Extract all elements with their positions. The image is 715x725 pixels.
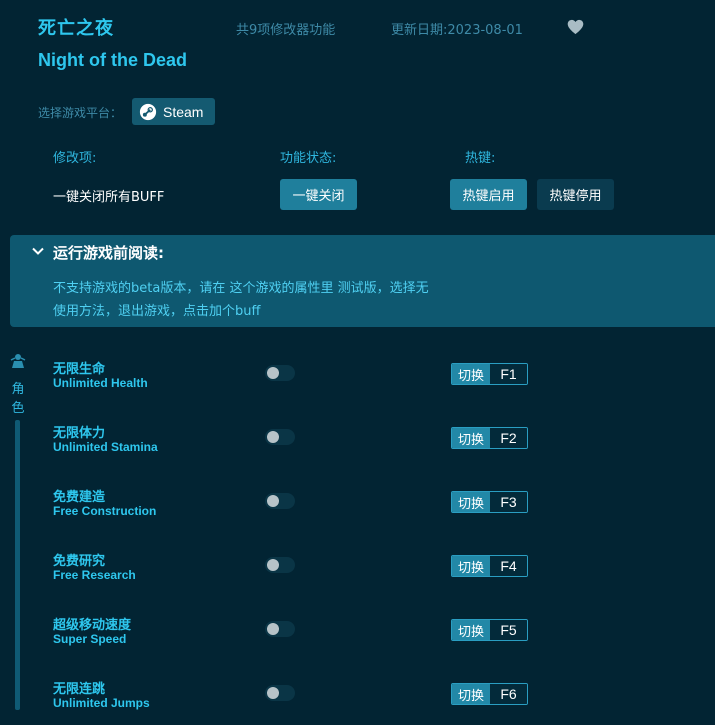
switch-label: 切换 xyxy=(452,364,490,384)
hotkey-key: F6 xyxy=(490,684,527,704)
cheat-hotkey[interactable]: 切换 F5 xyxy=(451,619,528,641)
hotkey-key: F3 xyxy=(490,492,527,512)
hotkey-key: F2 xyxy=(490,428,527,448)
notice-text-line2: 使用方法，退出游戏，点击加个buff xyxy=(53,304,261,319)
cheat-name-en: Unlimited Stamina xyxy=(53,440,158,454)
character-icon xyxy=(10,354,26,368)
steam-platform-button[interactable]: Steam xyxy=(132,98,215,125)
toggle-knob xyxy=(267,431,279,443)
cheat-hotkey[interactable]: 切换 F2 xyxy=(451,427,528,449)
cheat-name-en: Super Speed xyxy=(53,632,127,646)
feature-count: 共9项修改器功能 xyxy=(236,23,336,38)
cheat-name-en: Free Research xyxy=(53,568,136,582)
switch-label: 切换 xyxy=(452,428,490,448)
steam-icon xyxy=(139,103,157,120)
toggle-knob xyxy=(267,687,279,699)
steam-label: Steam xyxy=(163,103,204,120)
cheat-hotkey[interactable]: 切换 F3 xyxy=(451,491,528,513)
cheat-name-cn: 无限体力 xyxy=(53,426,106,441)
cheat-toggle[interactable] xyxy=(265,365,295,381)
cheat-name-en: Free Construction xyxy=(53,504,157,518)
cheat-name-en: Unlimited Health xyxy=(53,376,148,390)
cheat-hotkey[interactable]: 切换 F4 xyxy=(451,555,528,577)
cheat-toggle[interactable] xyxy=(265,493,295,509)
column-header-item: 修改项: xyxy=(53,151,97,166)
close-all-buff-label: 一键关闭所有BUFF xyxy=(53,190,165,205)
cheat-toggle[interactable] xyxy=(265,429,295,445)
cheat-toggle[interactable] xyxy=(265,621,295,637)
toggle-knob xyxy=(267,495,279,507)
game-title-cn: 死亡之夜 xyxy=(38,18,114,39)
cheat-name-cn: 免费研究 xyxy=(53,554,106,569)
cheat-name-en: Unlimited Jumps xyxy=(53,696,150,710)
game-title-en: Night of the Dead xyxy=(38,50,187,70)
chevron-down-icon[interactable] xyxy=(31,244,45,258)
switch-label: 切换 xyxy=(452,684,490,704)
platform-label: 选择游戏平台： xyxy=(38,106,123,120)
switch-label: 切换 xyxy=(452,492,490,512)
cheat-name-cn: 免费建造 xyxy=(53,490,106,505)
cheat-name-cn: 无限连跳 xyxy=(53,682,106,697)
cheat-hotkey[interactable]: 切换 F6 xyxy=(451,683,528,705)
toggle-knob xyxy=(267,623,279,635)
hotkey-key: F4 xyxy=(490,556,527,576)
category-label[interactable]: 角色 xyxy=(11,380,25,418)
switch-label: 切换 xyxy=(452,556,490,576)
cheat-name-cn: 超级移动速度 xyxy=(53,618,132,633)
heart-icon[interactable] xyxy=(567,19,584,35)
column-header-hotkey: 热键: xyxy=(465,151,496,166)
cheat-toggle[interactable] xyxy=(265,557,295,573)
toggle-knob xyxy=(267,559,279,571)
hotkey-key: F5 xyxy=(490,620,527,640)
hotkey-disable-button[interactable]: 热键停用 xyxy=(537,179,614,210)
close-all-button[interactable]: 一键关闭 xyxy=(280,179,357,210)
cheat-hotkey[interactable]: 切换 F1 xyxy=(451,363,528,385)
switch-label: 切换 xyxy=(452,620,490,640)
cheat-name-cn: 无限生命 xyxy=(53,362,106,377)
update-date: 更新日期:2023-08-01 xyxy=(391,23,523,38)
hotkey-key: F1 xyxy=(490,364,527,384)
toggle-knob xyxy=(267,367,279,379)
notice-text-line1: 不支持游戏的beta版本，请在 这个游戏的属性里 测试版，选择无 xyxy=(53,281,429,296)
hotkey-enable-button[interactable]: 热键启用 xyxy=(450,179,527,210)
notice-title: 运行游戏前阅读: xyxy=(53,244,164,262)
column-header-status: 功能状态: xyxy=(280,151,337,166)
sidebar-scrollbar[interactable] xyxy=(15,420,20,710)
cheat-toggle[interactable] xyxy=(265,685,295,701)
